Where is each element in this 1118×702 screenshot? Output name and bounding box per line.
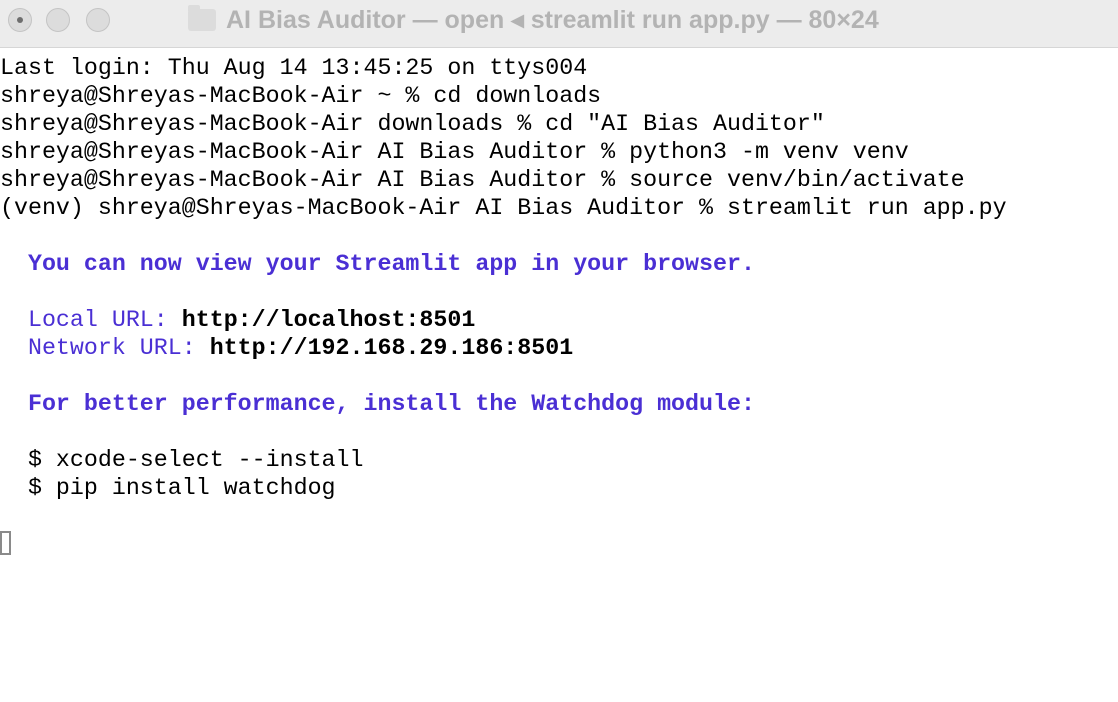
zoom-button[interactable] xyxy=(86,8,110,32)
window-title-text: AI Bias Auditor — open ◂ streamlit run a… xyxy=(226,6,879,34)
network-url-link[interactable]: http://192.168.29.186:8501 xyxy=(210,335,574,361)
minimize-button[interactable] xyxy=(46,8,70,32)
terminal-cursor xyxy=(0,530,11,555)
folder-icon xyxy=(188,5,216,31)
local-url-link[interactable]: http://localhost:8501 xyxy=(182,307,476,333)
cursor-line xyxy=(0,530,1007,558)
title-bar: AI Bias Auditor — open ◂ streamlit run a… xyxy=(0,0,1118,48)
terminal-line: shreya@Shreyas-MacBook-Air downloads % c… xyxy=(0,111,825,137)
hint-line: $ xcode-select --install xyxy=(0,447,364,473)
performance-message: For better performance, install the Watc… xyxy=(0,391,755,417)
terminal-line: (venv) shreya@Shreyas-MacBook-Air AI Bia… xyxy=(0,195,1007,221)
terminal-line: shreya@Shreyas-MacBook-Air ~ % cd downlo… xyxy=(0,83,602,109)
hint-line: $ pip install watchdog xyxy=(0,475,336,501)
terminal-output[interactable]: Last login: Thu Aug 14 13:45:25 on ttys0… xyxy=(0,54,1007,558)
terminal-line: shreya@Shreyas-MacBook-Air AI Bias Audit… xyxy=(0,167,965,193)
view-message: You can now view your Streamlit app in y… xyxy=(0,251,755,277)
local-url-line: Local URL: http://localhost:8501 xyxy=(0,306,1007,334)
window-title: AI Bias Auditor — open ◂ streamlit run a… xyxy=(188,4,879,36)
terminal-line: Last login: Thu Aug 14 13:45:25 on ttys0… xyxy=(0,55,588,81)
network-url-line: Network URL: http://192.168.29.186:8501 xyxy=(0,334,1007,362)
local-url-label: Local URL: xyxy=(0,307,182,333)
terminal-line: shreya@Shreyas-MacBook-Air AI Bias Audit… xyxy=(0,139,909,165)
close-button[interactable] xyxy=(8,8,32,32)
network-url-label: Network URL: xyxy=(0,335,210,361)
